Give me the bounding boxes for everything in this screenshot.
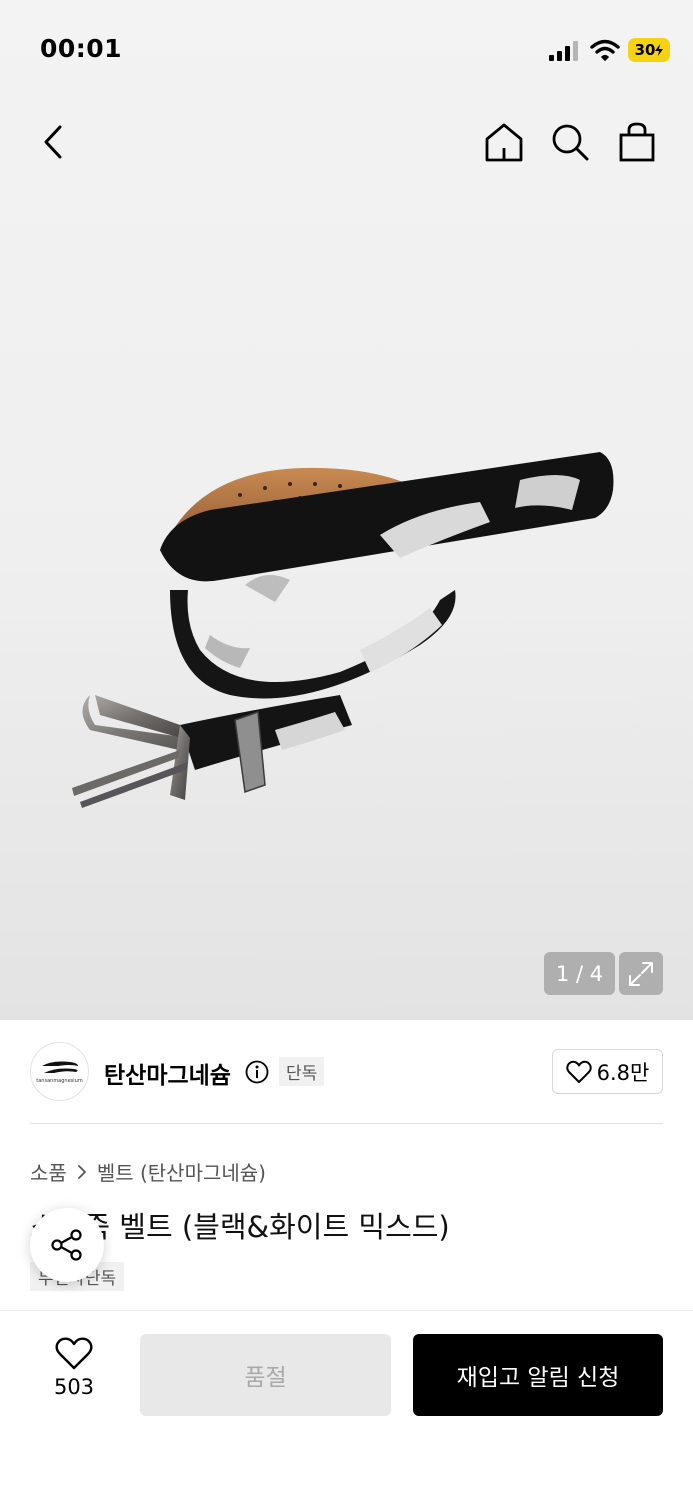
exclusive-badge: 단독: [279, 1057, 325, 1086]
chevron-right-icon: [77, 1164, 86, 1179]
expand-icon: [629, 961, 653, 986]
brand-row: tansanmagnesium 탄산마그네슘 단독 6.8만: [0, 1020, 693, 1124]
share-icon: [51, 1229, 82, 1261]
home-button[interactable]: [477, 110, 531, 174]
back-button[interactable]: [26, 110, 80, 174]
heart-icon: [55, 1337, 93, 1370]
share-button[interactable]: [30, 1208, 104, 1282]
breadcrumb-item-category[interactable]: 소품: [30, 1157, 67, 1186]
brand-like-button[interactable]: 6.8만: [552, 1049, 663, 1094]
status-bar: 00:01 30: [0, 0, 693, 100]
cart-button[interactable]: [610, 110, 664, 174]
brand-logo-text: tansanmagnesium: [36, 1077, 83, 1084]
chevron-left-icon: [44, 125, 62, 159]
breadcrumb: 소품 벨트 (탄산마그네슘): [30, 1157, 266, 1186]
expand-image-button[interactable]: [619, 952, 663, 995]
bottom-action-bar: 503 품절 재입고 알림 신청: [0, 1310, 693, 1500]
heart-icon: [565, 1060, 592, 1083]
divider: [30, 1123, 663, 1124]
brand-like-count: 6.8만: [596, 1060, 650, 1085]
status-time: 00:01: [40, 34, 123, 63]
wifi-icon: [590, 39, 620, 61]
search-button[interactable]: [543, 110, 597, 174]
charging-bolt-icon: [655, 44, 664, 56]
shopping-bag-icon: [619, 122, 655, 162]
cellular-signal-icon: [549, 41, 578, 61]
wish-count: 503: [53, 1375, 95, 1399]
brand-name[interactable]: 탄산마그네슘: [104, 1056, 231, 1090]
image-page-counter: 1 / 4: [544, 952, 615, 995]
home-icon: [485, 123, 523, 162]
brand-logo-mark: [41, 1061, 78, 1073]
battery-indicator: 30: [628, 38, 670, 62]
product-photo-belt: [72, 452, 614, 808]
breadcrumb-item-subcategory[interactable]: 벨트 (탄산마그네슘): [97, 1157, 266, 1186]
restock-alert-button[interactable]: 재입고 알림 신청: [413, 1334, 663, 1416]
wish-button[interactable]: 503: [30, 1337, 118, 1407]
top-navigation: [0, 110, 693, 174]
info-icon[interactable]: [245, 1060, 269, 1084]
search-icon: [552, 124, 589, 161]
product-image-gallery[interactable]: 00:01 30 1 / 4: [0, 0, 693, 1020]
soldout-button[interactable]: 품절: [140, 1334, 391, 1416]
brand-logo[interactable]: tansanmagnesium: [30, 1042, 89, 1101]
battery-level: 30: [634, 41, 656, 59]
